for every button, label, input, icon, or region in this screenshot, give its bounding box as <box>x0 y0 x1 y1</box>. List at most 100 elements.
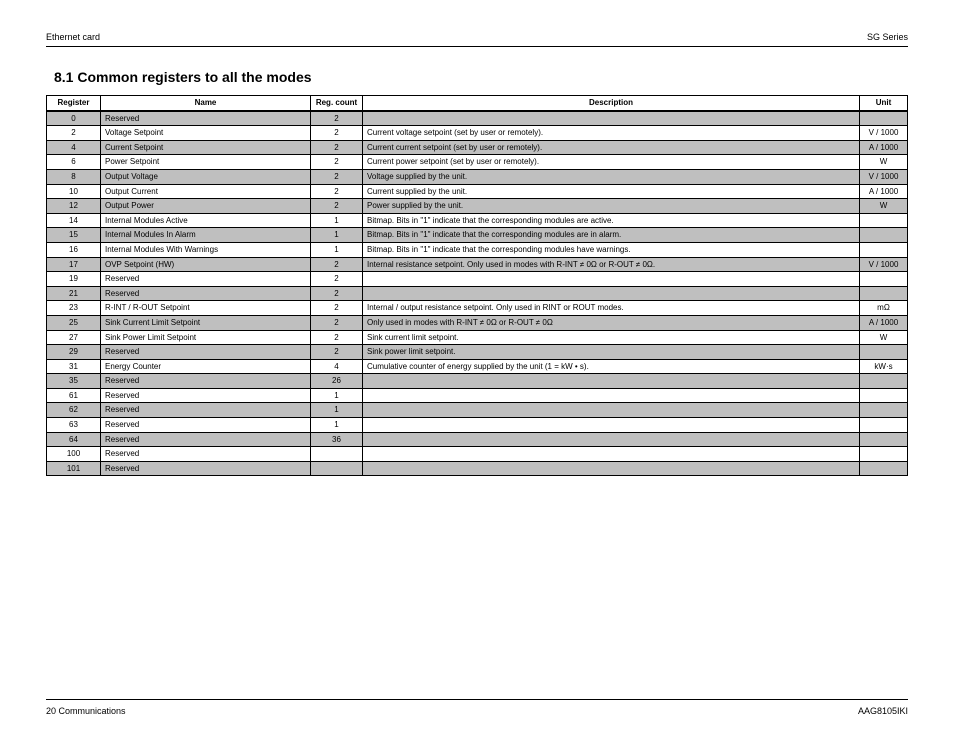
cell-name: Output Power <box>101 199 311 214</box>
cell-name: Reserved <box>101 403 311 418</box>
runhead-left: Ethernet card <box>46 32 100 42</box>
cell-count: 2 <box>311 111 363 126</box>
table-row: 2Voltage Setpoint2Current voltage setpoi… <box>47 126 908 141</box>
cell-count: 2 <box>311 169 363 184</box>
table-row: 63Reserved1 <box>47 418 908 433</box>
table-row: 29Reserved2Sink power limit setpoint. <box>47 345 908 360</box>
cell-unit: W <box>860 155 908 170</box>
cell-name: Reserved <box>101 272 311 287</box>
cell-register: 14 <box>47 213 101 228</box>
cell-count: 2 <box>311 140 363 155</box>
cell-register: 0 <box>47 111 101 126</box>
table-row: 35Reserved26 <box>47 374 908 389</box>
cell-name: R-INT / R-OUT Setpoint <box>101 301 311 316</box>
table-row: 8Output Voltage2Voltage supplied by the … <box>47 169 908 184</box>
col-register: Register <box>47 96 101 111</box>
cell-unit <box>860 374 908 389</box>
table-row: 19Reserved2 <box>47 272 908 287</box>
table-row: 12Output Power2Power supplied by the uni… <box>47 199 908 214</box>
cell-name: Reserved <box>101 111 311 126</box>
cell-desc <box>363 286 860 301</box>
runhead-right: SG Series <box>867 32 908 42</box>
cell-unit: A / 1000 <box>860 140 908 155</box>
cell-register: 16 <box>47 242 101 257</box>
table-row: 100Reserved <box>47 447 908 462</box>
col-count: Reg. count <box>311 96 363 111</box>
cell-desc: Bitmap. Bits in "1" indicate that the co… <box>363 228 860 243</box>
cell-name: Sink Power Limit Setpoint <box>101 330 311 345</box>
cell-desc <box>363 432 860 447</box>
table-row: 101Reserved <box>47 461 908 476</box>
col-unit: Unit <box>860 96 908 111</box>
cell-desc <box>363 111 860 126</box>
cell-register: 29 <box>47 345 101 360</box>
cell-count: 2 <box>311 315 363 330</box>
table-row: 31Energy Counter4Cumulative counter of e… <box>47 359 908 374</box>
cell-count: 1 <box>311 388 363 403</box>
cell-name: Reserved <box>101 418 311 433</box>
cell-count: 2 <box>311 272 363 287</box>
cell-desc <box>363 418 860 433</box>
cell-desc: Current voltage setpoint (set by user or… <box>363 126 860 141</box>
cell-desc: Sink current limit setpoint. <box>363 330 860 345</box>
table-row: 61Reserved1 <box>47 388 908 403</box>
cell-register: 17 <box>47 257 101 272</box>
cell-desc: Bitmap. Bits in "1" indicate that the co… <box>363 242 860 257</box>
cell-desc: Current current setpoint (set by user or… <box>363 140 860 155</box>
cell-count: 1 <box>311 403 363 418</box>
cell-count: 1 <box>311 213 363 228</box>
table-row: 17OVP Setpoint (HW)2Internal resistance … <box>47 257 908 272</box>
table-row: 4Current Setpoint2Current current setpoi… <box>47 140 908 155</box>
cell-name: Internal Modules With Warnings <box>101 242 311 257</box>
col-description: Description <box>363 96 860 111</box>
cell-register: 8 <box>47 169 101 184</box>
cell-desc: Internal / output resistance setpoint. O… <box>363 301 860 316</box>
cell-count: 2 <box>311 301 363 316</box>
cell-name: Voltage Setpoint <box>101 126 311 141</box>
footer: 20 Communications AAG8105IKI <box>46 699 908 716</box>
cell-count: 2 <box>311 330 363 345</box>
cell-register: 27 <box>47 330 101 345</box>
cell-name: Reserved <box>101 374 311 389</box>
cell-register: 6 <box>47 155 101 170</box>
table-row: 25Sink Current Limit Setpoint2Only used … <box>47 315 908 330</box>
cell-unit <box>860 403 908 418</box>
cell-desc <box>363 461 860 476</box>
table-row: 14Internal Modules Active1Bitmap. Bits i… <box>47 213 908 228</box>
cell-register: 19 <box>47 272 101 287</box>
cell-register: 12 <box>47 199 101 214</box>
cell-register: 63 <box>47 418 101 433</box>
cell-count: 1 <box>311 242 363 257</box>
cell-unit: kW·s <box>860 359 908 374</box>
table-row: 64Reserved36 <box>47 432 908 447</box>
cell-count: 2 <box>311 286 363 301</box>
cell-desc: Sink power limit setpoint. <box>363 345 860 360</box>
cell-unit: A / 1000 <box>860 315 908 330</box>
cell-unit: A / 1000 <box>860 184 908 199</box>
cell-register: 15 <box>47 228 101 243</box>
cell-name: Reserved <box>101 388 311 403</box>
table-row: 16Internal Modules With Warnings1Bitmap.… <box>47 242 908 257</box>
cell-register: 101 <box>47 461 101 476</box>
cell-unit <box>860 432 908 447</box>
cell-unit <box>860 228 908 243</box>
col-name: Name <box>101 96 311 111</box>
cell-unit <box>860 461 908 476</box>
page: Ethernet card SG Series 8.1 Common regis… <box>0 0 954 738</box>
cell-name: Reserved <box>101 345 311 360</box>
cell-unit <box>860 345 908 360</box>
cell-unit: V / 1000 <box>860 257 908 272</box>
cell-unit: W <box>860 199 908 214</box>
cell-count: 36 <box>311 432 363 447</box>
cell-count: 1 <box>311 418 363 433</box>
cell-desc: Current supplied by the unit. <box>363 184 860 199</box>
cell-unit <box>860 447 908 462</box>
cell-name: Reserved <box>101 286 311 301</box>
table-row: 27Sink Power Limit Setpoint2Sink current… <box>47 330 908 345</box>
cell-count: 2 <box>311 345 363 360</box>
cell-count: 2 <box>311 155 363 170</box>
cell-register: 21 <box>47 286 101 301</box>
cell-unit <box>860 111 908 126</box>
cell-name: Reserved <box>101 461 311 476</box>
cell-desc <box>363 388 860 403</box>
